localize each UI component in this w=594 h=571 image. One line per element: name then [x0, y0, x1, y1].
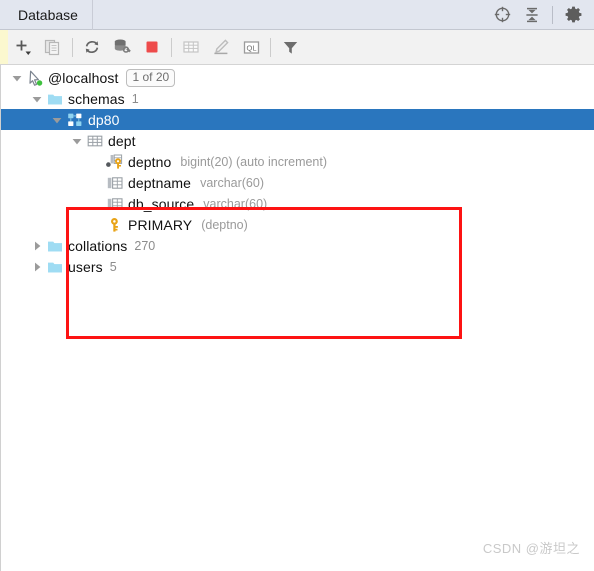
folder-icon	[45, 235, 65, 256]
edit-icon	[212, 38, 230, 56]
tree-node-label: PRIMARY	[128, 216, 193, 233]
chevron-right-icon[interactable]	[29, 235, 45, 256]
toolbar-divider-3	[270, 37, 271, 57]
tree-node-label: dp80	[88, 111, 120, 128]
tree-no-arrow	[89, 151, 105, 172]
copy-icon	[44, 38, 62, 56]
scroll-from-source-icon	[494, 6, 511, 23]
tree-node-label: deptname	[128, 174, 192, 191]
toolbar-divider-2	[171, 37, 172, 57]
tree-no-arrow	[89, 214, 105, 235]
stop-button[interactable]	[137, 31, 167, 64]
connection-cursor-icon	[25, 67, 45, 88]
add-icon	[13, 37, 33, 57]
tree-node-label: users	[68, 258, 103, 275]
chevron-down-icon[interactable]	[29, 88, 45, 109]
tree-node-collations[interactable]: collations 270	[1, 235, 594, 256]
header-divider	[552, 5, 553, 24]
tree-no-arrow	[89, 193, 105, 214]
chevron-down-icon[interactable]	[69, 130, 85, 151]
tree-node-count: 1	[131, 91, 139, 106]
modify-button	[206, 31, 236, 64]
primary-key-column-icon	[105, 151, 125, 172]
tree-node-count: 270	[134, 238, 156, 253]
tab-database-label: Database	[18, 6, 78, 23]
tree-node-type: (deptno)	[201, 217, 248, 232]
tree-node-type: bigint(20) (auto increment)	[180, 154, 328, 169]
tree-node-deptname[interactable]: deptname varchar(60)	[1, 172, 594, 193]
header-actions	[487, 1, 594, 29]
data-source-properties-icon	[113, 38, 132, 57]
query-console-button: QL	[236, 31, 266, 64]
tree-node-label: deptno	[128, 153, 172, 170]
folder-icon	[45, 256, 65, 277]
database-tree-panel[interactable]: @localhost 1 of 20 schemas 1 dp80 dept deptno b…	[0, 65, 594, 571]
toolbar-left-strip	[0, 30, 8, 64]
svg-text:QL: QL	[246, 43, 256, 52]
table-editor-button	[176, 31, 206, 64]
add-button[interactable]	[8, 31, 38, 64]
table-icon	[85, 130, 105, 151]
data-source-properties-button[interactable]	[107, 31, 137, 64]
connection-count-badge: 1 of 20	[126, 68, 176, 87]
key-icon	[105, 214, 125, 235]
tab-database[interactable]: Database	[0, 0, 93, 30]
scroll-from-source-button[interactable]	[487, 1, 517, 29]
refresh-icon	[83, 38, 101, 56]
filter-button[interactable]	[275, 31, 305, 64]
gear-icon	[565, 6, 582, 23]
filter-icon	[282, 39, 299, 56]
chevron-down-icon[interactable]	[9, 67, 25, 88]
duplicate-button	[38, 31, 68, 64]
chevron-right-icon[interactable]	[29, 256, 45, 277]
tree-node-label: db_source	[128, 195, 195, 212]
tree-node-users[interactable]: users 5	[1, 256, 594, 277]
tree-node-count: 5	[109, 259, 117, 274]
stop-icon	[144, 39, 160, 55]
toolbar-divider-1	[72, 37, 73, 57]
query-console-icon: QL	[242, 38, 261, 57]
column-icon	[105, 193, 125, 214]
database-toolbar: QL	[0, 30, 594, 65]
watermark: CSDN @游坦之	[482, 541, 580, 556]
table-editor-icon	[182, 38, 200, 56]
folder-icon	[45, 88, 65, 109]
column-icon	[105, 172, 125, 193]
chevron-down-icon[interactable]	[49, 109, 65, 130]
tree-node-type: varchar(60)	[200, 175, 264, 190]
collapse-all-button[interactable]	[517, 1, 547, 29]
tree-no-arrow	[89, 172, 105, 193]
settings-button[interactable]	[558, 1, 588, 29]
tool-window-header: Database	[0, 0, 594, 30]
tree-node-primary[interactable]: PRIMARY (deptno)	[1, 214, 594, 235]
tree-node-label: schemas	[68, 90, 125, 107]
tree-node-db_source[interactable]: db_source varchar(60)	[1, 193, 594, 214]
tree-node-label: collations	[68, 237, 128, 254]
tree-node-label: @localhost	[48, 69, 119, 86]
tree-node-dept[interactable]: dept	[1, 130, 594, 151]
tree-node-label: dept	[108, 132, 136, 149]
tree-node-localhost[interactable]: @localhost 1 of 20	[1, 67, 594, 88]
database-tool-window: Database QL @localhost 1 of 20 schemas 1…	[0, 0, 594, 571]
refresh-button[interactable]	[77, 31, 107, 64]
tree-node-dp80[interactable]: dp80	[1, 109, 594, 130]
schema-icon	[65, 109, 85, 130]
database-tree: @localhost 1 of 20 schemas 1 dp80 dept deptno b…	[1, 65, 594, 277]
tree-node-schemas[interactable]: schemas 1	[1, 88, 594, 109]
tree-node-deptno[interactable]: deptno bigint(20) (auto increment)	[1, 151, 594, 172]
collapse-all-icon	[524, 7, 540, 23]
tree-node-type: varchar(60)	[203, 196, 268, 211]
